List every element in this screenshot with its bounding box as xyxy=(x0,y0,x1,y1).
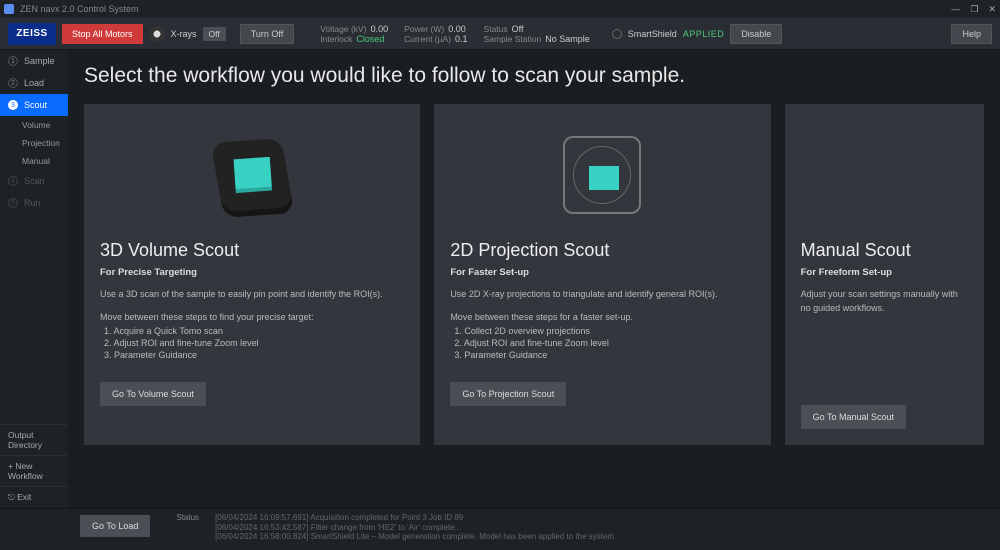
sidebar-item-load[interactable]: 2 Load xyxy=(0,72,68,94)
sidebar-item-scan[interactable]: 4 Scan xyxy=(0,170,68,192)
sidebar-item-run[interactable]: 5 Run xyxy=(0,192,68,214)
exit-button[interactable]: ⎋ Exit xyxy=(0,486,68,508)
metric-power: Power (W)0.00 Current (µA)0.1 xyxy=(404,24,467,44)
radiation-icon xyxy=(149,26,165,42)
metric-status: StatusOff Sample StationNo Sample xyxy=(484,24,590,44)
card-manual-scout: Manual Scout For Freeform Set-up Adjust … xyxy=(785,104,984,445)
window-controls: — ❐ ✕ xyxy=(951,4,996,15)
card-desc: Use a 3D scan of the sample to easily pi… xyxy=(100,288,404,302)
log-line: [06/04/2024 16:53:42.587] Filter change … xyxy=(215,523,614,533)
app-icon xyxy=(4,4,14,14)
smartshield-status: APPLIED xyxy=(683,29,725,39)
footer: Go To Load Status [06/04/2024 16:09:57.6… xyxy=(0,508,1000,550)
minimize-icon[interactable]: — xyxy=(951,4,960,15)
help-button[interactable]: Help xyxy=(951,24,992,44)
status-log: Status [06/04/2024 16:09:57.691] Acquisi… xyxy=(162,509,1000,550)
card-title: Manual Scout xyxy=(801,240,968,261)
go-to-manual-scout-button[interactable]: Go To Manual Scout xyxy=(801,405,906,429)
page-headline: Select the workflow you would like to fo… xyxy=(84,64,984,88)
sidebar-item-sample[interactable]: 1 Sample xyxy=(0,50,68,72)
maximize-icon[interactable]: ❐ xyxy=(970,4,978,15)
card-2d-projection-scout: 2D Projection Scout For Faster Set-up Us… xyxy=(434,104,770,445)
output-directory-button[interactable]: Output Directory xyxy=(0,424,68,455)
main-content: Select the workflow you would like to fo… xyxy=(68,50,1000,508)
sidebar-sub-manual[interactable]: Manual xyxy=(0,152,68,170)
turn-off-button[interactable]: Turn Off xyxy=(240,24,295,44)
card-subtitle: For Precise Targeting xyxy=(100,267,404,278)
card-title: 3D Volume Scout xyxy=(100,240,404,261)
app-title: ZEN navx 2.0 Control System xyxy=(20,4,139,14)
log-line: [06/04/2024 16:09:57.691] Acquisition co… xyxy=(215,513,614,523)
go-to-load-button[interactable]: Go To Load xyxy=(80,515,150,537)
projection-scout-illustration xyxy=(563,136,641,214)
volume-scout-illustration xyxy=(211,138,293,212)
go-to-projection-scout-button[interactable]: Go To Projection Scout xyxy=(450,382,566,406)
metrics: Voltage (kV)0.00 InterlockClosed Power (… xyxy=(320,24,589,44)
card-desc: Adjust your scan settings manually with … xyxy=(801,288,968,315)
smartshield-group: SmartShield APPLIED Disable xyxy=(612,24,783,44)
smartshield-disable-button[interactable]: Disable xyxy=(730,24,782,44)
xrays-state: Off xyxy=(203,27,226,41)
card-steps: 1. Acquire a Quick Tomo scan 2. Adjust R… xyxy=(100,326,404,360)
zeiss-logo: ZEISS xyxy=(8,23,56,45)
smartshield-label: SmartShield xyxy=(628,29,677,39)
card-subtitle: For Faster Set-up xyxy=(450,267,754,278)
stop-all-motors-button[interactable]: Stop All Motors xyxy=(62,24,143,44)
metric-voltage: Voltage (kV)0.00 InterlockClosed xyxy=(320,24,388,44)
smartshield-icon xyxy=(612,29,622,39)
card-steps: 1. Collect 2D overview projections 2. Ad… xyxy=(450,326,754,360)
card-desc: Use 2D X-ray projections to triangulate … xyxy=(450,288,754,302)
card-3d-volume-scout: 3D Volume Scout For Precise Targeting Us… xyxy=(84,104,420,445)
go-to-volume-scout-button[interactable]: Go To Volume Scout xyxy=(100,382,206,406)
sidebar-sub-volume[interactable]: Volume xyxy=(0,116,68,134)
toolbar: ZEISS Stop All Motors X-rays Off Turn Of… xyxy=(0,18,1000,50)
card-title: 2D Projection Scout xyxy=(450,240,754,261)
close-icon[interactable]: ✕ xyxy=(988,4,996,15)
log-line: [06/04/2024 16:58:00.824] SmartShield Li… xyxy=(215,532,614,542)
card-subtitle: For Freeform Set-up xyxy=(801,267,968,278)
titlebar: ZEN navx 2.0 Control System — ❐ ✕ xyxy=(0,0,1000,18)
sidebar-sub-projection[interactable]: Projection xyxy=(0,134,68,152)
xrays-label: X-rays xyxy=(171,29,197,39)
status-label: Status xyxy=(176,513,199,546)
new-workflow-button[interactable]: + New Workflow xyxy=(0,455,68,486)
workflow-sidebar: 1 Sample 2 Load 3 Scout Volume Projectio… xyxy=(0,50,68,508)
sidebar-item-scout[interactable]: 3 Scout xyxy=(0,94,68,116)
